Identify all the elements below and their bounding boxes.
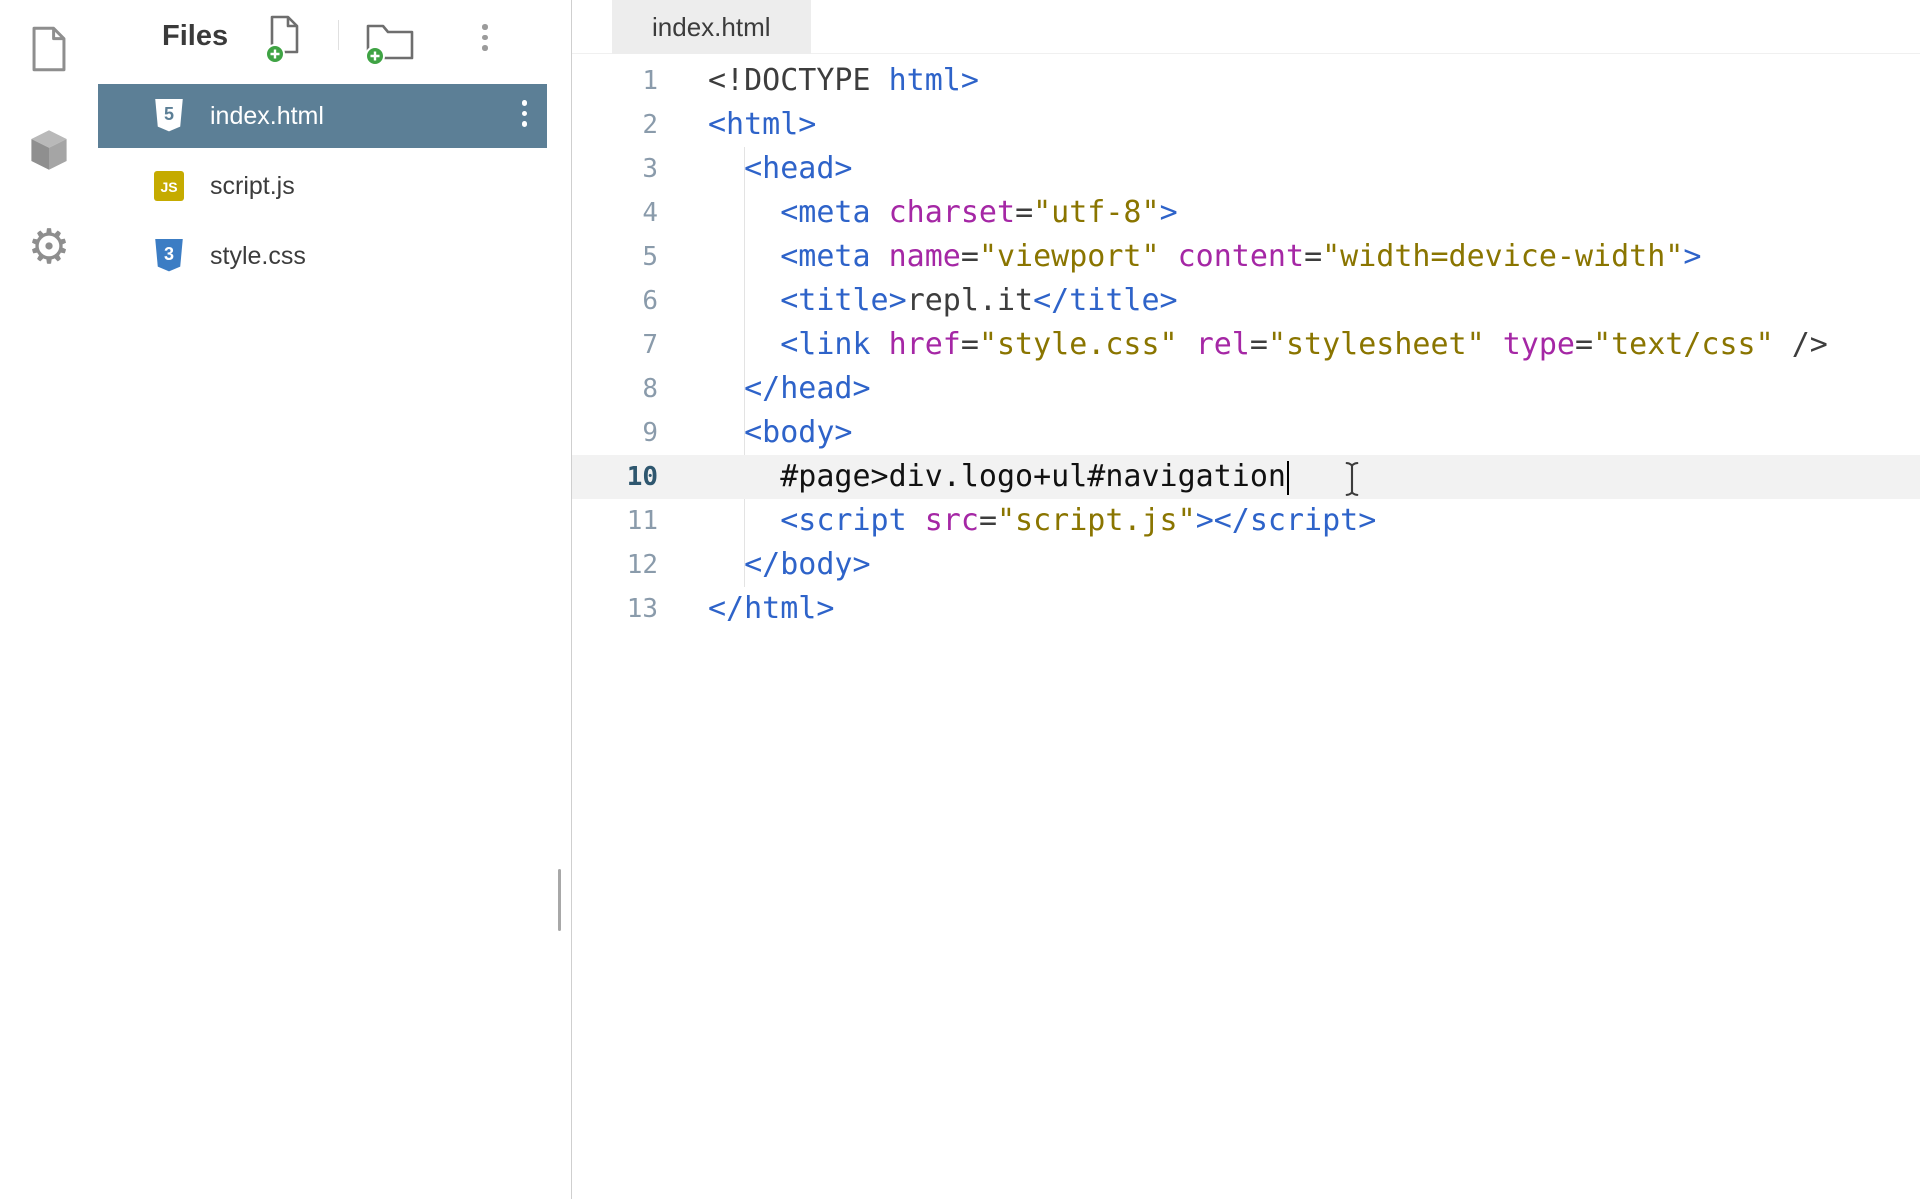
new-file-icon[interactable] bbox=[264, 14, 308, 71]
line-number: 8 bbox=[572, 367, 658, 411]
cube-icon bbox=[29, 128, 69, 172]
packages-icon[interactable] bbox=[0, 128, 98, 172]
js-file-icon: JS bbox=[150, 171, 188, 201]
line-number: 5 bbox=[572, 235, 658, 279]
code-line-11[interactable]: 11 <script src="script.js"></script> bbox=[572, 499, 1920, 543]
code-line-text: <meta charset="utf-8"> bbox=[708, 191, 1178, 235]
file-icon[interactable] bbox=[0, 26, 98, 72]
line-number: 11 bbox=[572, 499, 658, 543]
code-line-1[interactable]: 1 <!DOCTYPE html> bbox=[572, 59, 1920, 103]
line-number: 4 bbox=[572, 191, 658, 235]
tab-strip: index.html bbox=[572, 0, 1920, 54]
file-item-script.js[interactable]: JS script.js bbox=[98, 154, 547, 218]
kebab-dots-icon bbox=[476, 22, 494, 53]
file-item-style.css[interactable]: 3 style.css bbox=[98, 224, 547, 288]
code-line-10[interactable]: 10 #page>div.logo+ul#navigation bbox=[572, 455, 1920, 499]
file-name: style.css bbox=[210, 242, 306, 271]
line-number: 6 bbox=[572, 279, 658, 323]
line-number: 9 bbox=[572, 411, 658, 455]
css-file-icon: 3 bbox=[150, 238, 188, 274]
editor-pane: index.html 1<!DOCTYPE html>2<html>3 <hea… bbox=[572, 0, 1920, 1199]
code-line-3[interactable]: 3 <head> bbox=[572, 147, 1920, 191]
tab-index-html[interactable]: index.html bbox=[612, 0, 811, 54]
new-folder-icon[interactable] bbox=[364, 20, 416, 71]
svg-text:5: 5 bbox=[164, 104, 174, 124]
file-icon bbox=[30, 26, 68, 72]
code-line-text: <script src="script.js"></script> bbox=[708, 499, 1376, 543]
line-number: 7 bbox=[572, 323, 658, 367]
code-line-4[interactable]: 4 <meta charset="utf-8"> bbox=[572, 191, 1920, 235]
code-line-text: <title>repl.it</title> bbox=[708, 279, 1178, 323]
code-line-5[interactable]: 5 <meta name="viewport" content="width=d… bbox=[572, 235, 1920, 279]
code-line-13[interactable]: 13 </html> bbox=[572, 587, 1920, 631]
code-line-8[interactable]: 8 </head> bbox=[572, 367, 1920, 411]
code-line-text: </head> bbox=[708, 367, 871, 411]
line-number: 2 bbox=[572, 103, 658, 147]
file-item-index.html[interactable]: 5 index.html bbox=[98, 84, 547, 148]
repl-editor-window: ⚙ Files bbox=[0, 0, 1920, 1199]
code-line-text: </html> bbox=[708, 587, 834, 631]
icon-rail: ⚙ bbox=[0, 0, 98, 1199]
code-line-text: <meta name="viewport" content="width=dev… bbox=[708, 235, 1701, 279]
svg-text:3: 3 bbox=[164, 244, 174, 264]
line-number: 1 bbox=[572, 59, 658, 103]
line-number: 13 bbox=[572, 587, 658, 631]
code-area[interactable]: 1<!DOCTYPE html>2<html>3 <head>4 <meta c… bbox=[572, 54, 1920, 631]
code-line-12[interactable]: 12 </body> bbox=[572, 543, 1920, 587]
code-line-6[interactable]: 6 <title>repl.it</title> bbox=[572, 279, 1920, 323]
html-file-icon: 5 bbox=[150, 98, 188, 134]
files-title: Files bbox=[162, 20, 228, 53]
line-number: 12 bbox=[572, 543, 658, 587]
header-divider bbox=[338, 20, 339, 50]
file-name: script.js bbox=[210, 172, 295, 201]
code-line-text: <link href="style.css" rel="stylesheet" … bbox=[708, 323, 1828, 367]
code-line-text: <html> bbox=[708, 103, 816, 147]
more-options-icon[interactable] bbox=[470, 20, 500, 55]
files-header: Files bbox=[98, 0, 571, 80]
code-line-text: <body> bbox=[708, 411, 853, 455]
code-line-text: </body> bbox=[708, 543, 871, 587]
code-line-text: <head> bbox=[708, 147, 853, 191]
file-more-options-icon[interactable] bbox=[516, 98, 534, 129]
svg-text:JS: JS bbox=[160, 179, 177, 195]
code-line-7[interactable]: 7 <link href="style.css" rel="stylesheet… bbox=[572, 323, 1920, 367]
line-number: 3 bbox=[572, 147, 658, 191]
text-caret bbox=[1287, 461, 1290, 495]
code-line-text: <!DOCTYPE html> bbox=[708, 59, 979, 103]
line-number: 10 bbox=[572, 455, 658, 499]
code-line-text: #page>div.logo+ul#navigation bbox=[708, 455, 1289, 499]
file-name: index.html bbox=[210, 102, 324, 131]
code-line-2[interactable]: 2 <html> bbox=[572, 103, 1920, 147]
settings-icon[interactable]: ⚙ bbox=[0, 224, 98, 272]
file-list: 5 index.html JS script.js 3 style.css bbox=[98, 84, 547, 294]
tab-label: index.html bbox=[652, 12, 771, 43]
code-line-9[interactable]: 9 <body> bbox=[572, 411, 1920, 455]
sidebar-resize-handle[interactable] bbox=[558, 869, 561, 931]
files-sidebar: Files bbox=[98, 0, 571, 1199]
